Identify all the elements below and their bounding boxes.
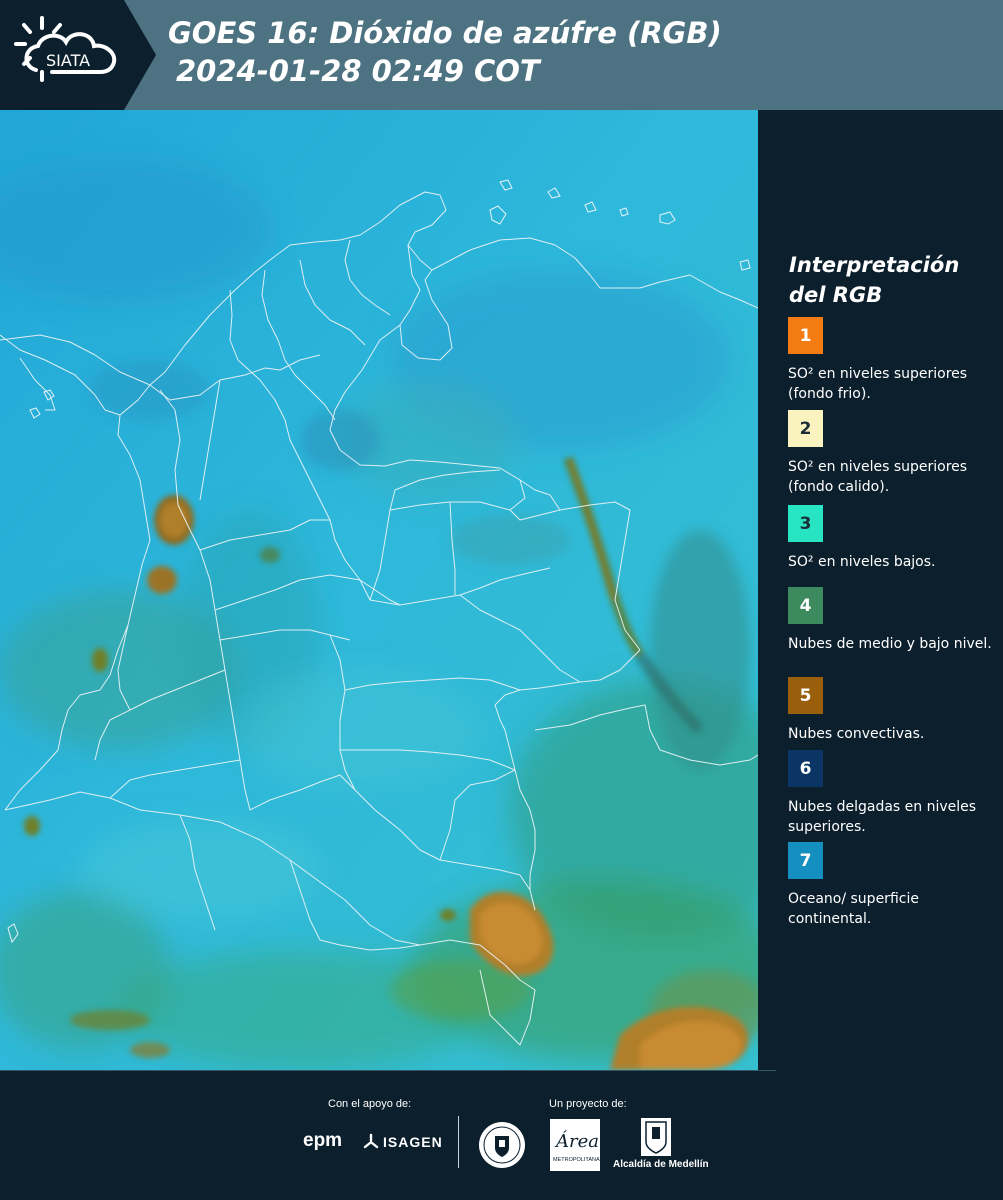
siata-logo: SIATA [14, 16, 117, 82]
legend-text-7: Oceano/ superficie continental. [788, 891, 919, 927]
footer-divider-line [0, 1070, 776, 1071]
project-label: Un proyecto de: [549, 1098, 627, 1110]
satellite-image [0, 110, 758, 1070]
legend-swatch-6: 6 [788, 750, 823, 787]
legend-swatch-4: 4 [788, 587, 823, 624]
legend-swatch-2: 2 [788, 410, 823, 447]
alcaldia-medellin-label: Alcaldía de Medellín [613, 1159, 709, 1170]
epm-logo: epm [303, 1130, 343, 1151]
legend-swatch-5: 5 [788, 677, 823, 714]
svg-text:SIATA: SIATA [46, 51, 90, 70]
legend-item-5: 5 Nubes convectivas. [788, 677, 998, 744]
legend-item-1: 1 SO² en niveles superiores (fondo frio). [788, 317, 998, 404]
legend-item-6: 6 Nubes delgadas en niveles superiores. [788, 750, 998, 837]
legend-title-line2: del RGB [789, 283, 883, 307]
support-label: Con el apoyo de: [328, 1098, 412, 1110]
legend-item-3: 3 SO² en niveles bajos. [788, 505, 998, 572]
area-metropolitana-logo: Área METROPOLITANA [550, 1119, 600, 1171]
legend-item-7: 7 Oceano/ superficie continental. [788, 842, 998, 929]
header-bar: SIATA GOES 16: Dióxido de azúfre (RGB) 2… [0, 0, 1003, 110]
isagen-icon [363, 1133, 379, 1149]
legend-title: Interpretación del RGB [789, 250, 989, 310]
svg-text:METROPOLITANA: METROPOLITANA [553, 1157, 600, 1163]
footer-divider [458, 1116, 459, 1168]
legend-text-5: Nubes convectivas. [788, 726, 925, 742]
legend-swatch-1: 1 [788, 317, 823, 354]
legend-swatch-7: 7 [788, 842, 823, 879]
isagen-logo: ISAGEN [383, 1134, 443, 1150]
legend-title-line1: Interpretación [789, 253, 960, 277]
legend-panel: Interpretación del RGB 1 SO² en niveles s… [758, 110, 1003, 1070]
satellite-map[interactable] [0, 110, 758, 1070]
legend-swatch-3: 3 [788, 505, 823, 542]
legend-text-1: SO² en niveles superiores (fondo frio). [788, 366, 968, 402]
svg-text:Área: Área [554, 1129, 599, 1152]
legend-text-2: SO² en niveles superiores (fondo calido)… [788, 459, 968, 495]
siata-logo-block: SIATA [0, 0, 156, 110]
alcaldia-shield-icon [641, 1118, 671, 1156]
legend-text-3: SO² en niveles bajos. [788, 554, 936, 570]
legend-text-6: Nubes delgadas en niveles superiores. [788, 799, 977, 835]
footer: Con el apoyo de: Un proyecto de: epm ISA… [0, 1070, 1003, 1200]
legend-item-4: 4 Nubes de medio y bajo nivel. [788, 587, 998, 654]
medellin-seal-icon [479, 1122, 525, 1168]
map-title: GOES 16: Dióxido de azúfre (RGB) [168, 16, 722, 50]
legend-item-2: 2 SO² en niveles superiores (fondo calido… [788, 410, 998, 497]
map-timestamp: 2024-01-28 02:49 COT [176, 54, 540, 88]
legend-text-4: Nubes de medio y bajo nivel. [788, 636, 992, 652]
